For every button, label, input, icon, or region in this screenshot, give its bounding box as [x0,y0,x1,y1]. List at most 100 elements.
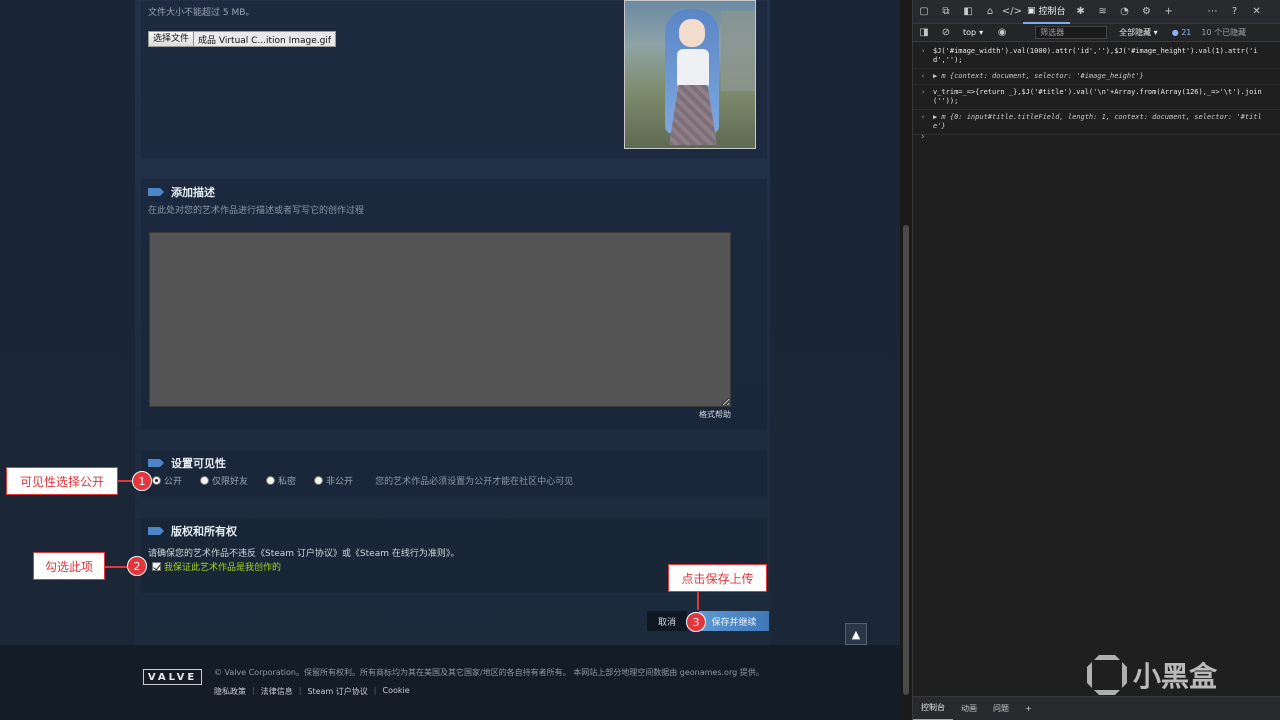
annotation-step1-number: 1 [132,471,152,491]
console-icon: ▣ [1027,5,1036,16]
footer-links: 隐私政策 | 法律信息 | Steam 订户协议 | Cookie [214,686,410,697]
drawer-tab-animations[interactable]: 动画 [953,703,985,714]
clear-console-icon[interactable]: ⊘ [935,24,957,42]
drawer-add-icon[interactable]: + [1017,704,1040,713]
annotation-step1-connector [118,480,132,482]
ownership-checkbox-row[interactable]: 我保证此艺术作品是我创作的 [152,560,281,573]
description-title: 添加描述 [171,186,215,199]
console-output: › $J('#image_width').val(1000).attr('id',… [913,44,1280,135]
browser-viewport: 文件大小不能超过 5 MB。 选择文件 成品 Virtual C...ition… [0,0,912,720]
section-flag-icon [148,527,164,535]
visibility-options: 公开 仅限好友 私密 非公开 您的艺术作品必须设置为公开才能在社区中心可见 [152,474,573,487]
description-header: 添加描述 [148,184,215,200]
tab-console[interactable]: ▣ 控制台 [1023,0,1070,24]
radio-label: 私密 [278,477,297,487]
visibility-header: 设置可见性 [148,455,226,471]
save-and-continue-button[interactable]: 保存并继续 [699,611,769,631]
more-icon[interactable]: ⋯ [1202,0,1224,24]
description-textarea[interactable] [149,232,731,407]
footer-link-cookie[interactable]: Cookie [382,686,409,697]
console-toolbar: ◨ ⊘ top ▾ ◉ 筛选器 全部隐藏 ▾ ● 21 10 个已隐藏 [913,24,1280,42]
filter-input[interactable]: 筛选器 [1035,26,1108,39]
console-line-text: v_trim=_=>{return _},$J('#title').val('\… [933,88,1262,105]
visibility-radio-private[interactable]: 私密 [266,474,296,487]
console-line-text: $J('#image_width').val(1000).attr('id','… [933,47,1258,64]
context-value: top [963,28,977,37]
section-flag-icon [148,459,164,467]
scroll-to-top-button[interactable]: ▲ [845,623,867,645]
description-subtitle: 在此处对您的艺术作品进行描述或者写写它的创作过程 [148,206,365,216]
add-tab-icon[interactable]: + [1158,0,1180,24]
visibility-panel [141,449,767,497]
close-icon[interactable]: ✕ [1246,0,1268,24]
help-icon[interactable]: ? [1224,0,1246,24]
dock-icon[interactable]: ◧ [957,0,979,24]
file-name: 成品 Virtual C...ition Image.gif [198,35,332,46]
devtools-panel: ▢ ⧉ ◧ ⌂ </> ▣ 控制台 ✱ ≋ ◔ ⚙ + ⋯ ? ✕ ◨ ⊘ top… [912,0,1280,720]
radio-dot[interactable] [200,476,210,485]
visibility-title: 设置可见性 [171,457,226,470]
visibility-radio-friends[interactable]: 仅限好友 [200,474,248,487]
chevron-down-icon: ▾ [979,28,984,37]
visibility-radio-public[interactable]: 公开 [152,474,182,487]
levels-value: 全部隐藏 [1119,28,1152,37]
radio-dot[interactable] [314,476,324,485]
vertical-scrollbar[interactable] [900,0,912,720]
watermark: 小黑盒 [1087,650,1247,700]
cancel-button[interactable]: 取消 [647,611,687,631]
sidebar-toggle-icon[interactable]: ◨ [913,24,935,42]
message-count-value: 21 [1181,28,1192,37]
message-count[interactable]: ● 21 [1172,28,1192,37]
copyright-note: 请确保您的艺术作品不违反《Steam 订户协议》或《Steam 在线行为准则》。 [148,549,460,559]
footer-link-privacy[interactable]: 隐私政策 [214,686,246,697]
drawer-tab-console[interactable]: 控制台 [913,697,953,720]
format-help-link[interactable]: 格式帮助 [699,409,731,420]
footer-legal-text: © Valve Corporation。保留所有权利。所有商标均为其在美国及其它… [214,668,764,677]
settings-icon[interactable]: ⚙ [1136,0,1158,24]
footer-link-ssa[interactable]: Steam 订户协议 [307,686,367,697]
inspect-icon[interactable]: ⧉ [935,0,957,24]
annotation-step3-label: 点击保存上传 [668,564,767,592]
console-result-line[interactable]: ‹ ▶ m {0: input#title.titleField, length:… [913,110,1280,135]
artwork-preview-image [624,0,756,149]
scrollbar-thumb[interactable] [903,225,909,695]
elements-icon[interactable]: </> [1001,0,1023,24]
console-line-text: ▶ m {0: input#title.titleField, length: … [933,113,1262,130]
footer-link-legal[interactable]: 法律信息 [261,686,293,697]
radio-label: 公开 [164,477,183,487]
devtools-tabbar: ▢ ⧉ ◧ ⌂ </> ▣ 控制台 ✱ ≋ ◔ ⚙ + ⋯ ? ✕ [913,0,1280,24]
annotation-step3-connector [697,592,699,610]
annotation-step2-number: 2 [127,556,147,576]
console-input-line: › $J('#image_width').val(1000).attr('id',… [913,44,1280,69]
radio-label: 仅限好友 [212,477,249,487]
radio-dot[interactable] [266,476,276,485]
performance-icon[interactable]: ◔ [1114,0,1136,24]
visibility-radio-unlisted[interactable]: 非公开 [314,474,353,487]
console-prompt[interactable]: › [921,132,925,142]
network-icon[interactable]: ≋ [1092,0,1114,24]
annotation-step2-label: 勾选此项 [33,552,105,580]
welcome-icon[interactable]: ⌂ [979,0,1001,24]
levels-dropdown[interactable]: 全部隐藏 ▾ [1119,27,1158,38]
page-footer [0,645,900,720]
section-flag-icon [148,188,164,196]
choose-file-button[interactable]: 选择文件 [149,32,195,46]
context-selector[interactable]: top ▾ [963,28,983,37]
bug-icon[interactable]: ✱ [1070,0,1092,24]
annotation-step3-number: 3 [686,612,706,632]
heybox-logo-icon [1087,655,1127,695]
ownership-checkbox-label: 我保证此艺术作品是我创作的 [164,563,282,573]
ownership-checkbox[interactable] [152,562,161,571]
device-toolbar-icon[interactable]: ▢ [913,0,935,24]
copyright-header: 版权和所有权 [148,523,237,539]
console-result-line[interactable]: ‹ ▶ m {context: document, selector: '#ima… [913,69,1280,85]
file-input[interactable]: 选择文件 成品 Virtual C...ition Image.gif [148,31,337,47]
radio-label: 非公开 [326,477,354,487]
watermark-text: 小黑盒 [1133,660,1218,693]
drawer-tab-issues[interactable]: 问题 [985,703,1017,714]
copyright-title: 版权和所有权 [171,525,237,538]
eye-icon[interactable]: ◉ [991,24,1013,42]
radio-dot-checked[interactable] [152,476,161,485]
valve-logo[interactable]: VALVE [143,669,202,685]
tab-console-label: 控制台 [1038,7,1066,17]
